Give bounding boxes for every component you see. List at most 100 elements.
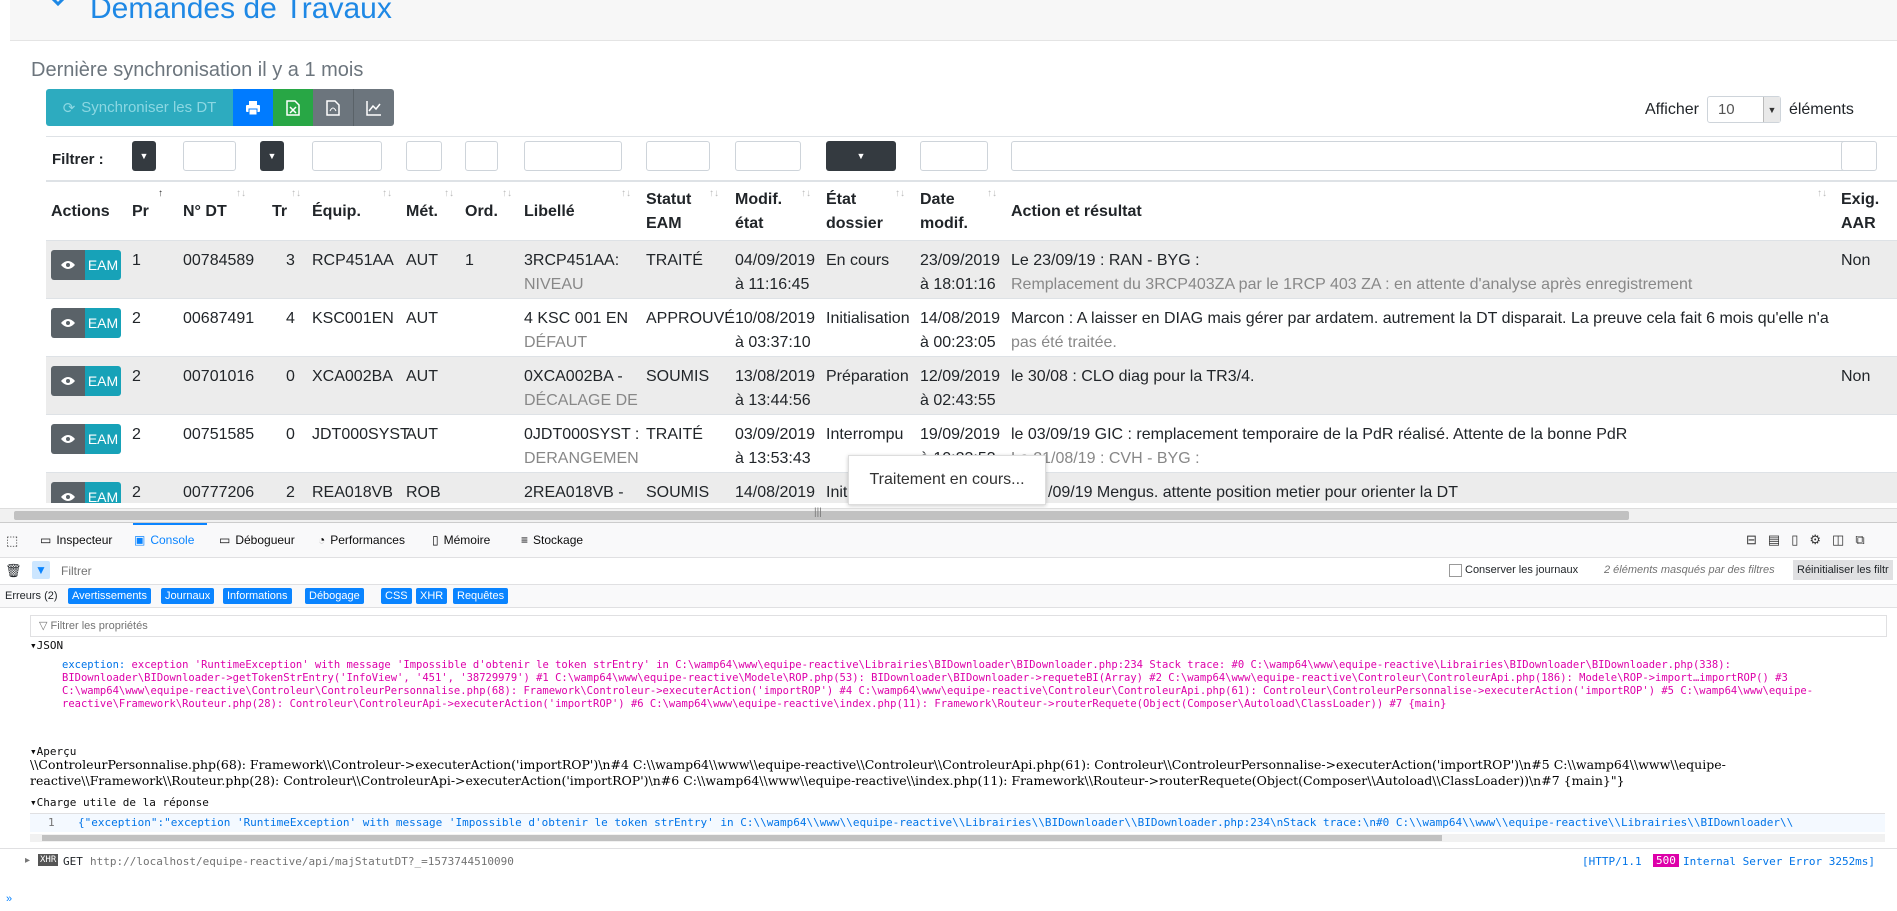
view-button[interactable] xyxy=(51,308,85,338)
filter-ord-input[interactable] xyxy=(465,141,498,171)
col-date[interactable]: Date modif. xyxy=(920,188,968,236)
col-ndt[interactable]: N° DT xyxy=(183,200,227,224)
cell-etat: Init xyxy=(826,484,848,501)
tab-performances[interactable]: ◔ Performances xyxy=(318,533,405,547)
page-horizontal-scrollbar[interactable]: ||| xyxy=(0,507,1897,522)
level-info[interactable]: Informations xyxy=(223,588,292,604)
level-errors[interactable]: Erreurs (2) xyxy=(1,588,62,604)
eam-button[interactable]: EAM xyxy=(85,250,121,280)
tab-stockage[interactable]: ≡ Stockage xyxy=(521,533,583,547)
cell-pr: 2 xyxy=(132,310,141,327)
col-modif[interactable]: Modif. état xyxy=(735,188,782,236)
payload-scrollbar[interactable] xyxy=(30,834,1885,842)
eam-button[interactable]: EAM xyxy=(85,366,121,396)
http-proto: [HTTP/1.1 xyxy=(1582,855,1642,868)
print-button[interactable] xyxy=(233,89,273,126)
filter-icon[interactable]: ▼ xyxy=(32,561,50,579)
tab-debogueur[interactable]: ▭ Débogueur xyxy=(219,533,295,547)
cell-libelle: 4 KSC 001 EN DÉFAUT xyxy=(524,307,628,355)
view-button[interactable] xyxy=(51,250,85,280)
gear-icon[interactable]: ⚙ xyxy=(1809,532,1821,548)
undock-icon[interactable]: ⧉ xyxy=(1855,532,1864,548)
filter-modif-input[interactable] xyxy=(735,141,801,171)
filter-statut-input[interactable] xyxy=(646,141,710,171)
split-console-icon[interactable]: ▤ xyxy=(1768,532,1780,548)
filter-ndt-input[interactable] xyxy=(183,141,236,171)
tab-memoire[interactable]: ▯ Mémoire xyxy=(432,533,490,547)
eam-button[interactable]: EAM xyxy=(85,308,121,338)
layout-icon[interactable]: ⊟ xyxy=(1746,532,1757,548)
level-requests[interactable]: Requêtes xyxy=(453,588,509,604)
level-logs[interactable]: Journaux xyxy=(161,588,215,604)
filter-label: Filtrer : xyxy=(52,151,104,168)
col-ord[interactable]: Ord. xyxy=(465,200,498,224)
filter-libelle-input[interactable] xyxy=(524,141,622,171)
col-exig[interactable]: Exig. AAR xyxy=(1841,188,1879,236)
level-css[interactable]: CSS xyxy=(381,588,412,604)
json-section[interactable]: ▾JSON xyxy=(30,639,63,652)
trash-icon[interactable]: 🗑 xyxy=(5,563,22,579)
console-filter-input[interactable]: Filtrer xyxy=(61,564,92,578)
keep-logs-checkbox[interactable] xyxy=(1449,564,1462,577)
chart-button[interactable] xyxy=(353,89,394,126)
table-row[interactable]: EAM 2 00687491 4 KSC001EN AUT 4 KSC 001 EN DÉF… xyxy=(46,298,1897,357)
scrollbar-thumb[interactable] xyxy=(42,835,1442,841)
reset-filters-button[interactable]: Réinitialiser les filtr xyxy=(1793,560,1893,580)
filter-priority-dropdown[interactable]: ▼ xyxy=(132,141,156,171)
sync-button[interactable]: ⟳ Synchroniser les DT xyxy=(46,89,233,126)
filter-tr-dropdown[interactable]: ▼ xyxy=(260,141,284,171)
cell-etat: Préparation xyxy=(826,368,909,385)
page-length-select[interactable]: 10 ▼ xyxy=(1706,96,1781,123)
card-header[interactable]: Demandes de Travaux xyxy=(10,0,1897,41)
property-filter-input[interactable]: ▽ Filtrer les propriétés xyxy=(30,615,1887,637)
filter-equip-input[interactable] xyxy=(312,141,382,171)
table-row[interactable]: EAM 1 00784589 3 RCP451AA AUT 1 3RCP451AA: NIVE… xyxy=(46,240,1897,299)
responsive-icon[interactable]: ▯ xyxy=(1791,532,1798,548)
col-tr[interactable]: Tr xyxy=(272,200,287,224)
filter-exig-input[interactable] xyxy=(1841,141,1877,171)
col-met[interactable]: Mét. xyxy=(406,200,438,224)
dock-side-icon[interactable]: ◫ xyxy=(1832,532,1844,548)
payload-editor[interactable]: 1 {"exception":"exception 'RuntimeExcept… xyxy=(30,813,1885,832)
filter-action-input[interactable] xyxy=(1011,141,1862,171)
row-actions: EAM xyxy=(51,366,121,396)
request-url[interactable]: http://localhost/equipe-reactive/api/maj… xyxy=(90,855,514,868)
cell-date: 12/09/2019 à 02:43:55 xyxy=(920,365,1000,413)
apercu-text: \\ControleurPersonnalise.php(68): Framew… xyxy=(30,757,1726,788)
col-equip[interactable]: Équip. xyxy=(312,200,361,224)
filter-etat-dropdown[interactable]: ▼ xyxy=(826,141,896,171)
col-pr[interactable]: Pr xyxy=(132,200,149,224)
cell-ndt: 00784589 xyxy=(183,252,255,269)
view-button[interactable] xyxy=(51,366,85,396)
filter-met-input[interactable] xyxy=(406,141,442,171)
chevron-down-icon[interactable] xyxy=(50,0,66,10)
eam-button[interactable]: EAM xyxy=(85,482,121,503)
payload-label: Charge utile de la réponse xyxy=(36,796,209,809)
view-button[interactable] xyxy=(51,424,85,454)
eam-button[interactable]: EAM xyxy=(85,424,121,454)
col-statut[interactable]: Statut EAM xyxy=(646,188,691,236)
table-row[interactable]: EAM 2 00701016 0 XCA002BA AUT 0XCA002BA - DÉCA… xyxy=(46,356,1897,415)
level-debug[interactable]: Débogage xyxy=(305,588,364,604)
pick-element-icon[interactable]: ⬚ xyxy=(6,533,18,549)
col-etat[interactable]: État dossier xyxy=(826,188,883,236)
filter-date-input[interactable] xyxy=(920,141,988,171)
view-button[interactable] xyxy=(51,482,85,503)
col-libelle[interactable]: Libellé xyxy=(524,200,575,224)
action-line1: Le 23/09/19 : RAN - BYG : xyxy=(1011,252,1200,269)
tab-inspecteur[interactable]: ▭ Inspecteur xyxy=(40,533,112,547)
level-warnings[interactable]: Avertissements xyxy=(68,588,151,604)
col-action[interactable]: Action et résultat xyxy=(1011,200,1142,224)
modif-date: 14/08/2019 xyxy=(735,484,816,501)
payload-section[interactable]: ▾Charge utile de la réponse xyxy=(30,796,209,809)
level-xhr[interactable]: XHR xyxy=(416,588,448,604)
network-log-entry[interactable]: ▸ XHR GET http://localhost/equipe-reacti… xyxy=(0,848,1897,875)
chevron-down-icon: ▾ xyxy=(30,639,37,652)
tab-console[interactable]: ▣ Console xyxy=(134,533,194,547)
excel-button[interactable] xyxy=(273,89,313,126)
xhr-badge: XHR xyxy=(38,854,59,866)
pdf-button[interactable] xyxy=(313,89,353,126)
console-prompt-icon[interactable]: » xyxy=(6,893,12,905)
sort-icon: ↑↓ xyxy=(444,188,454,199)
filter-icon: ▽ xyxy=(39,620,48,632)
